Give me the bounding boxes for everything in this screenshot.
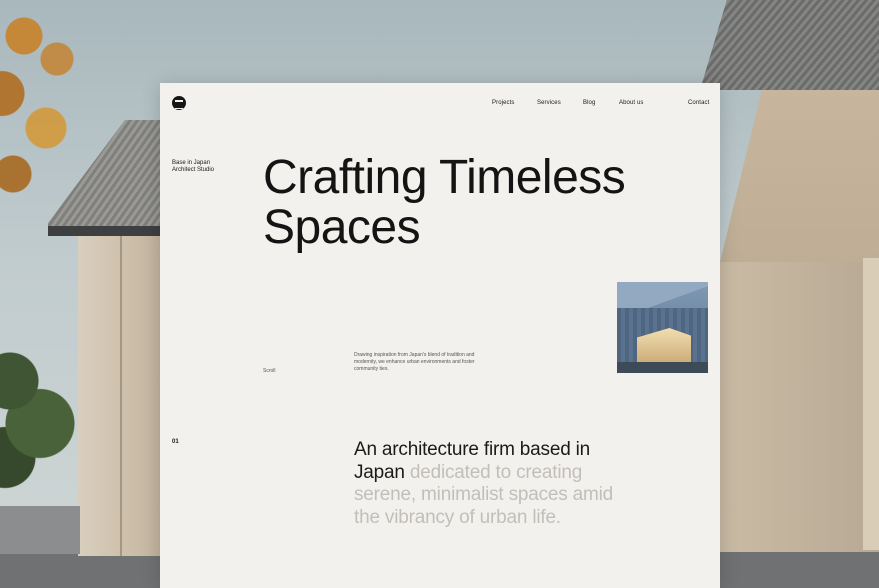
tagline-line-1: Base in Japan (172, 160, 211, 166)
hero-heading: Crafting Timeless Spaces (263, 151, 626, 254)
right-column (863, 258, 879, 550)
nav-about-us[interactable]: About us (619, 100, 643, 106)
torii-gate-icon[interactable] (172, 96, 186, 110)
firm-statement: An architecture firm based in Japan dedi… (354, 439, 630, 529)
website-preview: Projects Services Blog About us Contact … (160, 83, 720, 588)
nav-projects[interactable]: Projects (492, 100, 514, 106)
right-wall (720, 262, 879, 552)
right-roof (700, 0, 879, 90)
nav-contact[interactable]: Contact (688, 100, 709, 106)
project-photo[interactable] (617, 282, 708, 373)
section-number: 01 (172, 439, 179, 445)
studio-tagline: Base in Japan Architect Studio (172, 160, 214, 173)
nav-blog[interactable]: Blog (583, 100, 595, 106)
nav-services[interactable]: Services (537, 100, 561, 106)
hero-line-2: Spaces (263, 201, 421, 254)
hero-line-1: Crafting Timeless (263, 151, 626, 204)
stone-step (0, 506, 80, 554)
tagline-line-2: Architect Studio (172, 166, 215, 173)
scroll-indicator[interactable]: Scroll (263, 368, 276, 374)
studio-description: Drawing inspiration from Japan's blend o… (354, 352, 475, 372)
autumn-tree (0, 0, 90, 220)
